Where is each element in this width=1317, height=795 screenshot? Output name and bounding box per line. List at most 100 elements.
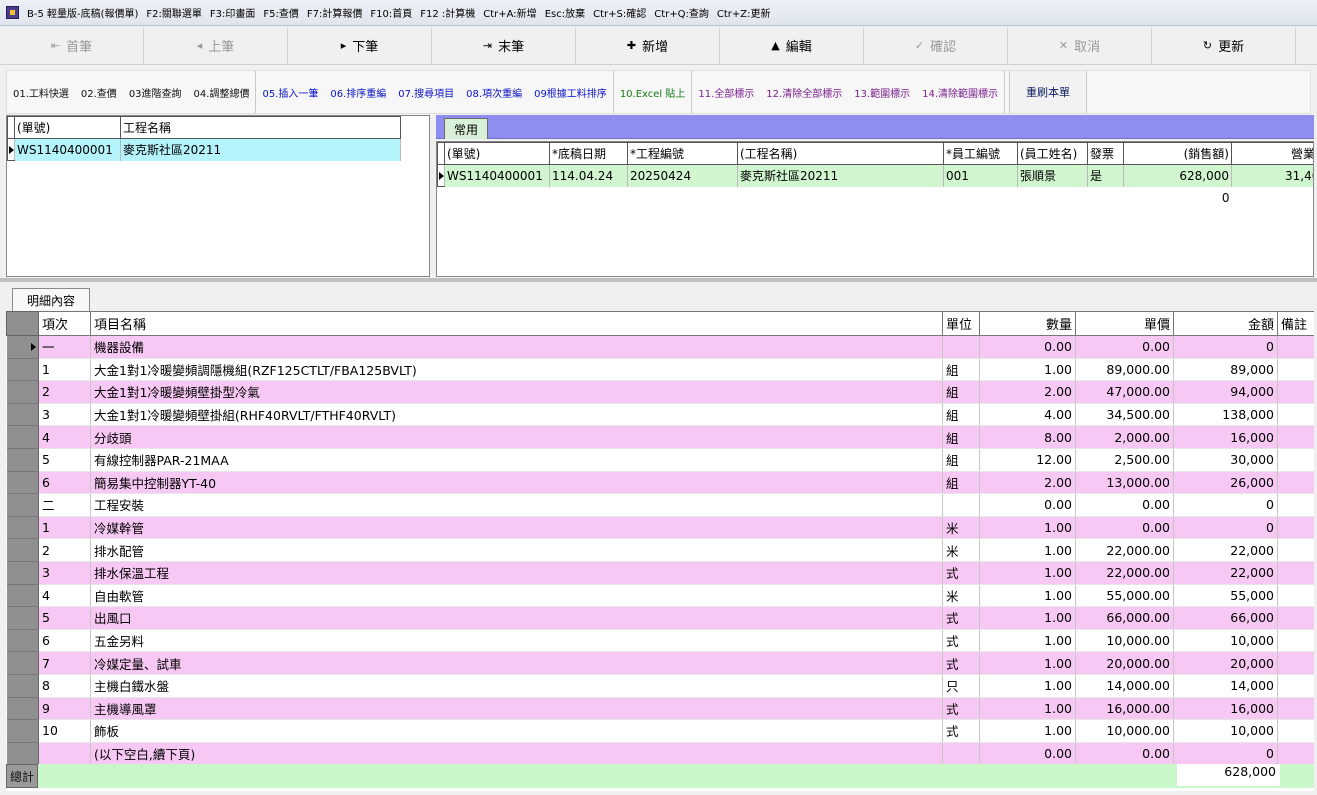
- qty-cell[interactable]: 1.00: [979, 606, 1076, 630]
- column-header[interactable]: 項次: [38, 311, 91, 336]
- qty-cell[interactable]: 1.00: [979, 538, 1076, 562]
- price-cell[interactable]: 0.00: [1075, 516, 1174, 540]
- x-button[interactable]: ✕ 取消: [1008, 27, 1152, 64]
- name-cell[interactable]: 冷媒幹管: [90, 516, 943, 540]
- column-header[interactable]: 備註: [1277, 311, 1314, 336]
- no-cell[interactable]: 6: [38, 471, 91, 495]
- row-selector[interactable]: [6, 651, 39, 675]
- unit-cell[interactable]: 組: [942, 425, 980, 449]
- func-button[interactable]: 05.插入一筆: [256, 71, 324, 113]
- no-cell[interactable]: 6: [38, 629, 91, 653]
- price-cell[interactable]: 47,000.00: [1075, 380, 1174, 404]
- row-selector[interactable]: [6, 448, 39, 472]
- remark-cell[interactable]: [1277, 629, 1314, 653]
- amount-cell[interactable]: 55,000: [1173, 584, 1278, 608]
- qty-cell[interactable]: 8.00: [979, 425, 1076, 449]
- name-cell[interactable]: 工程安裝: [90, 493, 943, 517]
- remark-cell[interactable]: [1277, 561, 1314, 585]
- table-row[interactable]: 二工程安裝 0.00 0.00 0: [6, 493, 1314, 517]
- amount-cell[interactable]: 0: [1173, 493, 1278, 517]
- unit-cell[interactable]: 式: [942, 651, 980, 675]
- func-button[interactable]: 10.Excel 貼上: [614, 71, 692, 113]
- name-cell[interactable]: 主機白鐵水盤: [90, 674, 943, 698]
- price-cell[interactable]: 0.00: [1075, 742, 1174, 766]
- remark-cell[interactable]: [1277, 358, 1314, 382]
- unit-cell[interactable]: 式: [942, 697, 980, 721]
- table-row[interactable]: 2 大金1對1冷暖變頻壁掛型冷氣組 2.00 47,000.00 94,000: [6, 380, 1314, 404]
- cell[interactable]: 114.04.24: [549, 164, 628, 187]
- no-cell[interactable]: 4: [38, 584, 91, 608]
- qty-cell[interactable]: 1.00: [979, 358, 1076, 382]
- table-row[interactable]: 4 自由軟管米 1.00 55,000.00 55,000: [6, 584, 1314, 608]
- column-header[interactable]: 發票: [1087, 142, 1124, 165]
- column-header[interactable]: 單位: [942, 311, 980, 336]
- price-cell[interactable]: 10,000.00: [1075, 719, 1174, 743]
- qty-cell[interactable]: 2.00: [979, 380, 1076, 404]
- column-header[interactable]: 金額: [1173, 311, 1278, 336]
- unit-cell[interactable]: [942, 493, 980, 517]
- row-selector[interactable]: [6, 561, 39, 585]
- unit-cell[interactable]: 米: [942, 516, 980, 540]
- amount-cell[interactable]: 0: [1173, 516, 1278, 540]
- unit-cell[interactable]: [942, 742, 980, 766]
- no-cell[interactable]: 4: [38, 425, 91, 449]
- row-selector[interactable]: [6, 335, 39, 359]
- row-selector[interactable]: [6, 538, 39, 562]
- name-cell[interactable]: 有線控制器PAR-21MAA: [90, 448, 943, 472]
- plus-button[interactable]: ✚ 新增: [576, 27, 720, 64]
- table-row[interactable]: 10 飾板式 1.00 10,000.00 10,000: [6, 719, 1314, 743]
- price-cell[interactable]: 14,000.00: [1075, 674, 1174, 698]
- unit-cell[interactable]: 組: [942, 471, 980, 495]
- unit-cell[interactable]: 式: [942, 561, 980, 585]
- remark-cell[interactable]: [1277, 742, 1314, 766]
- unit-cell[interactable]: 組: [942, 448, 980, 472]
- qty-cell[interactable]: 0.00: [979, 335, 1076, 359]
- column-header[interactable]: (單號): [444, 142, 550, 165]
- splitter[interactable]: [0, 278, 1317, 282]
- column-header[interactable]: 營業稅: [1231, 142, 1313, 165]
- price-cell[interactable]: 20,000.00: [1075, 651, 1174, 675]
- price-cell[interactable]: 2,500.00: [1075, 448, 1174, 472]
- project-name-cell[interactable]: 麥克斯社區20211: [120, 138, 401, 161]
- func-button[interactable]: 06.排序重編: [324, 71, 392, 113]
- row-selector[interactable]: [6, 493, 39, 517]
- remark-cell[interactable]: [1277, 719, 1314, 743]
- row-selector[interactable]: [6, 584, 39, 608]
- price-cell[interactable]: 0.00: [1075, 335, 1174, 359]
- func-button[interactable]: 02.查價: [75, 71, 123, 113]
- row-selector[interactable]: [6, 516, 39, 540]
- cell[interactable]: 628,000: [1123, 164, 1232, 187]
- qty-cell[interactable]: 1.00: [979, 561, 1076, 585]
- cell[interactable]: 是: [1087, 164, 1124, 187]
- price-cell[interactable]: 22,000.00: [1075, 561, 1174, 585]
- no-cell[interactable]: 2: [38, 538, 91, 562]
- unit-cell[interactable]: 式: [942, 606, 980, 630]
- price-cell[interactable]: 13,000.00: [1075, 471, 1174, 495]
- column-header[interactable]: *員工編號: [943, 142, 1018, 165]
- func-button[interactable]: 03進階查詢: [123, 71, 188, 113]
- table-row[interactable]: 3 大金1對1冷暖變頻壁掛組(RHF40RVLT/FTHF40RVLT) 組 4.00…: [6, 403, 1314, 427]
- qty-cell[interactable]: 0.00: [979, 742, 1076, 766]
- table-row[interactable]: 6 五金另料式 1.00 10,000.00 10,000: [6, 629, 1314, 653]
- no-cell[interactable]: 一: [38, 335, 91, 359]
- refresh-button[interactable]: ↻ 更新: [1152, 27, 1296, 64]
- cell[interactable]: 20250424: [627, 164, 738, 187]
- remark-cell[interactable]: [1277, 493, 1314, 517]
- table-row[interactable]: WS1140400001 114.04.24 20250424 麥克斯社區20211 0…: [437, 164, 1313, 187]
- price-cell[interactable]: 2,000.00: [1075, 425, 1174, 449]
- column-header[interactable]: (銷售額): [1123, 142, 1232, 165]
- table-row[interactable]: 4 分歧頭組 8.00 2,000.00 16,000: [6, 425, 1314, 449]
- func-button[interactable]: 14.清除範圍標示: [916, 71, 1004, 113]
- qty-cell[interactable]: 1.00: [979, 697, 1076, 721]
- remark-cell[interactable]: [1277, 538, 1314, 562]
- qty-cell[interactable]: 4.00: [979, 403, 1076, 427]
- cell[interactable]: 麥克斯社區20211: [737, 164, 944, 187]
- name-cell[interactable]: 排水配管: [90, 538, 943, 562]
- unit-cell[interactable]: 式: [942, 719, 980, 743]
- table-row[interactable]: 1 大金1對1冷暖變頻調隱機組(RZF125CTLT/FBA125BVLT) 組 1.…: [6, 358, 1314, 382]
- remark-cell[interactable]: [1277, 606, 1314, 630]
- row-selector[interactable]: [6, 674, 39, 698]
- price-cell[interactable]: 66,000.00: [1075, 606, 1174, 630]
- func-button[interactable]: 01.工料快選: [7, 71, 75, 113]
- remark-cell[interactable]: [1277, 425, 1314, 449]
